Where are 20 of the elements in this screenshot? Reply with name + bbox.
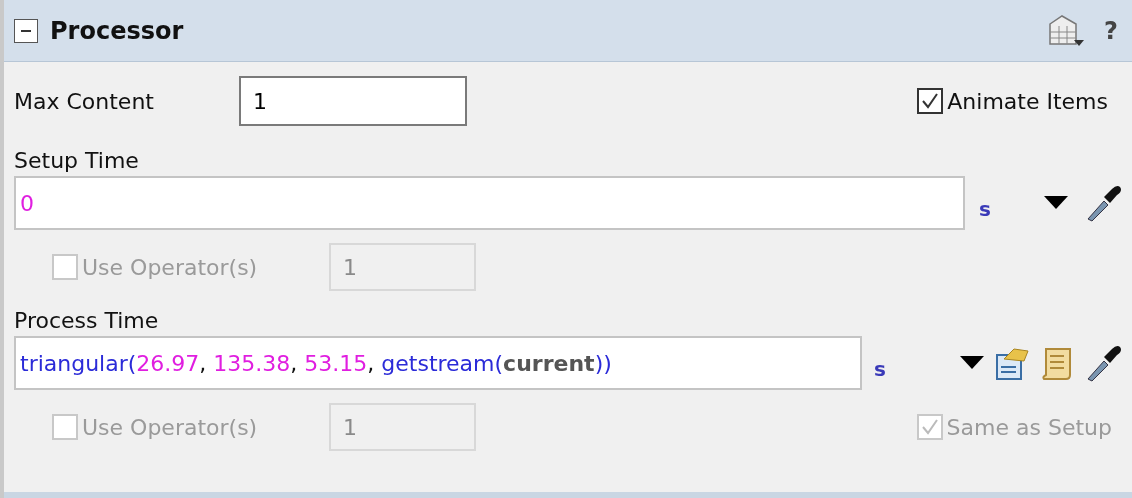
setup-time-label: Setup Time	[14, 147, 140, 174]
properties-icon[interactable]	[994, 345, 1030, 381]
expression-field[interactable]: triangular(26.97, 135.38, 53.15, getstream(current))	[14, 336, 862, 390]
unit-label[interactable]: s	[874, 354, 886, 384]
process-time-label: Process Time	[14, 307, 160, 334]
expression-field[interactable]: 0	[14, 176, 965, 230]
check-icon	[919, 417, 940, 437]
caret-icon[interactable]	[1044, 196, 1068, 210]
panel-title: Processor	[50, 15, 184, 47]
animate-items-checkbox[interactable]: Animate Items	[917, 84, 1108, 118]
max-content-field[interactable]: 1	[239, 76, 467, 126]
collapse-button[interactable]	[14, 18, 38, 43]
check-icon	[920, 91, 941, 111]
scroll-icon[interactable]	[1040, 345, 1074, 381]
caret-icon[interactable]	[960, 356, 984, 370]
help-button[interactable]: ?	[1104, 12, 1118, 49]
table-icon[interactable]	[1046, 13, 1085, 48]
max-content-label: Max Content	[14, 87, 155, 116]
checkbox[interactable]	[917, 88, 944, 114]
unit-label[interactable]: s	[979, 194, 991, 224]
